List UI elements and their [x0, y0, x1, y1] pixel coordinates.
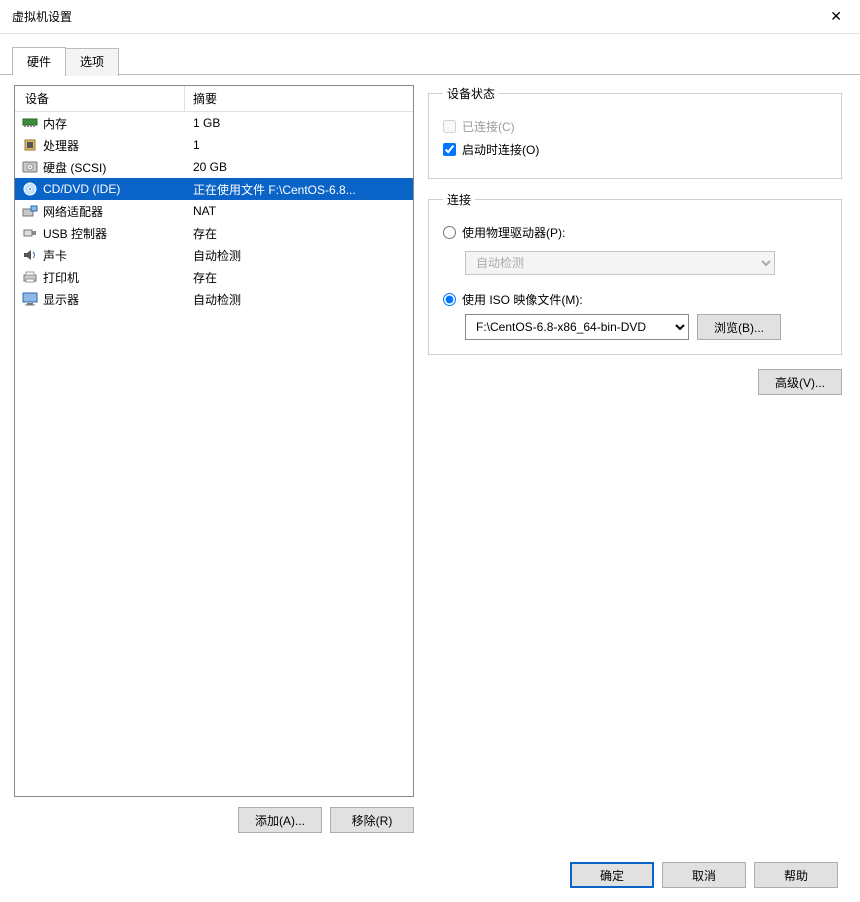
- iso-path-select[interactable]: F:\CentOS-6.8-x86_64-bin-DVD: [465, 314, 689, 340]
- device-summary: 1: [185, 138, 413, 152]
- device-status-legend: 设备状态: [443, 85, 499, 102]
- device-summary: 自动检测: [185, 247, 413, 264]
- tab-hardware[interactable]: 硬件: [12, 47, 66, 75]
- browse-button[interactable]: 浏览(B)...: [697, 314, 781, 340]
- device-list-buttons: 添加(A)... 移除(R): [14, 807, 414, 833]
- add-button[interactable]: 添加(A)...: [238, 807, 322, 833]
- help-button[interactable]: 帮助: [754, 862, 838, 888]
- left-panel: 设备 摘要 内存1 GB处理器1硬盘 (SCSI)20 GBCD/DVD (ID…: [14, 85, 414, 833]
- device-name: 显示器: [43, 291, 185, 308]
- tab-options[interactable]: 选项: [65, 48, 119, 76]
- disk-icon: [21, 159, 39, 175]
- memory-icon: [21, 115, 39, 131]
- advanced-button[interactable]: 高级(V)...: [758, 369, 842, 395]
- device-row[interactable]: 网络适配器NAT: [15, 200, 413, 222]
- device-status-group: 设备状态 已连接(C) 启动时连接(O): [428, 85, 842, 179]
- iso-label: 使用 ISO 映像文件(M):: [462, 291, 583, 308]
- footer-buttons: 确定 取消 帮助: [570, 862, 838, 888]
- device-name: 硬盘 (SCSI): [43, 159, 185, 176]
- device-name: 网络适配器: [43, 203, 185, 220]
- iso-radio[interactable]: [443, 293, 456, 306]
- window-title: 虚拟机设置: [12, 8, 72, 25]
- net-icon: [21, 203, 39, 219]
- device-name: 内存: [43, 115, 185, 132]
- iso-row: F:\CentOS-6.8-x86_64-bin-DVD 浏览(B)...: [465, 314, 827, 340]
- titlebar: 虚拟机设置 ✕: [0, 0, 860, 34]
- connect-at-start-label: 启动时连接(O): [462, 141, 539, 158]
- device-name: 声卡: [43, 247, 185, 264]
- physical-drive-select: 自动检测: [465, 251, 775, 275]
- device-name: USB 控制器: [43, 225, 185, 242]
- sound-icon: [21, 247, 39, 263]
- connect-at-start-row[interactable]: 启动时连接(O): [443, 141, 827, 158]
- connected-checkbox: [443, 120, 456, 133]
- connection-legend: 连接: [443, 191, 475, 208]
- device-summary: 存在: [185, 269, 413, 286]
- device-list: 设备 摘要 内存1 GB处理器1硬盘 (SCSI)20 GBCD/DVD (ID…: [14, 85, 414, 797]
- device-row[interactable]: 打印机存在: [15, 266, 413, 288]
- advanced-row: 高级(V)...: [428, 369, 842, 395]
- physical-drive-label: 使用物理驱动器(P):: [462, 224, 565, 241]
- device-row[interactable]: 硬盘 (SCSI)20 GB: [15, 156, 413, 178]
- cpu-icon: [21, 137, 39, 153]
- device-summary: 正在使用文件 F:\CentOS-6.8...: [185, 181, 413, 198]
- iso-row-label[interactable]: 使用 ISO 映像文件(M):: [443, 291, 827, 308]
- printer-icon: [21, 269, 39, 285]
- cd-icon: [21, 181, 39, 197]
- close-icon[interactable]: ✕: [822, 4, 850, 29]
- device-summary: NAT: [185, 204, 413, 218]
- device-summary: 存在: [185, 225, 413, 242]
- device-row[interactable]: 内存1 GB: [15, 112, 413, 134]
- content-area: 设备 摘要 内存1 GB处理器1硬盘 (SCSI)20 GBCD/DVD (ID…: [0, 75, 860, 839]
- ok-button[interactable]: 确定: [570, 862, 654, 888]
- device-summary: 1 GB: [185, 116, 413, 130]
- tabs-row: 硬件 选项: [0, 34, 860, 75]
- device-summary: 自动检测: [185, 291, 413, 308]
- connection-group: 连接 使用物理驱动器(P): 自动检测 使用 ISO 映像文件(M): F:\C…: [428, 191, 842, 355]
- col-header-device[interactable]: 设备: [15, 86, 185, 111]
- physical-drive-row[interactable]: 使用物理驱动器(P):: [443, 224, 827, 241]
- device-row[interactable]: 显示器自动检测: [15, 288, 413, 310]
- device-summary: 20 GB: [185, 160, 413, 174]
- connect-at-start-checkbox[interactable]: [443, 143, 456, 156]
- device-row[interactable]: 处理器1: [15, 134, 413, 156]
- cancel-button[interactable]: 取消: [662, 862, 746, 888]
- connected-label: 已连接(C): [462, 118, 515, 135]
- remove-button[interactable]: 移除(R): [330, 807, 414, 833]
- usb-icon: [21, 225, 39, 241]
- device-name: 打印机: [43, 269, 185, 286]
- device-row[interactable]: 声卡自动检测: [15, 244, 413, 266]
- right-panel: 设备状态 已连接(C) 启动时连接(O) 连接 使用物理驱动器(P): 自动检测…: [424, 85, 846, 833]
- device-list-header: 设备 摘要: [15, 86, 413, 112]
- physical-drive-radio[interactable]: [443, 226, 456, 239]
- device-row[interactable]: CD/DVD (IDE)正在使用文件 F:\CentOS-6.8...: [15, 178, 413, 200]
- device-name: CD/DVD (IDE): [43, 182, 185, 196]
- device-name: 处理器: [43, 137, 185, 154]
- display-icon: [21, 291, 39, 307]
- connected-row: 已连接(C): [443, 118, 827, 135]
- device-row[interactable]: USB 控制器存在: [15, 222, 413, 244]
- col-header-summary[interactable]: 摘要: [185, 86, 413, 111]
- device-rows: 内存1 GB处理器1硬盘 (SCSI)20 GBCD/DVD (IDE)正在使用…: [15, 112, 413, 310]
